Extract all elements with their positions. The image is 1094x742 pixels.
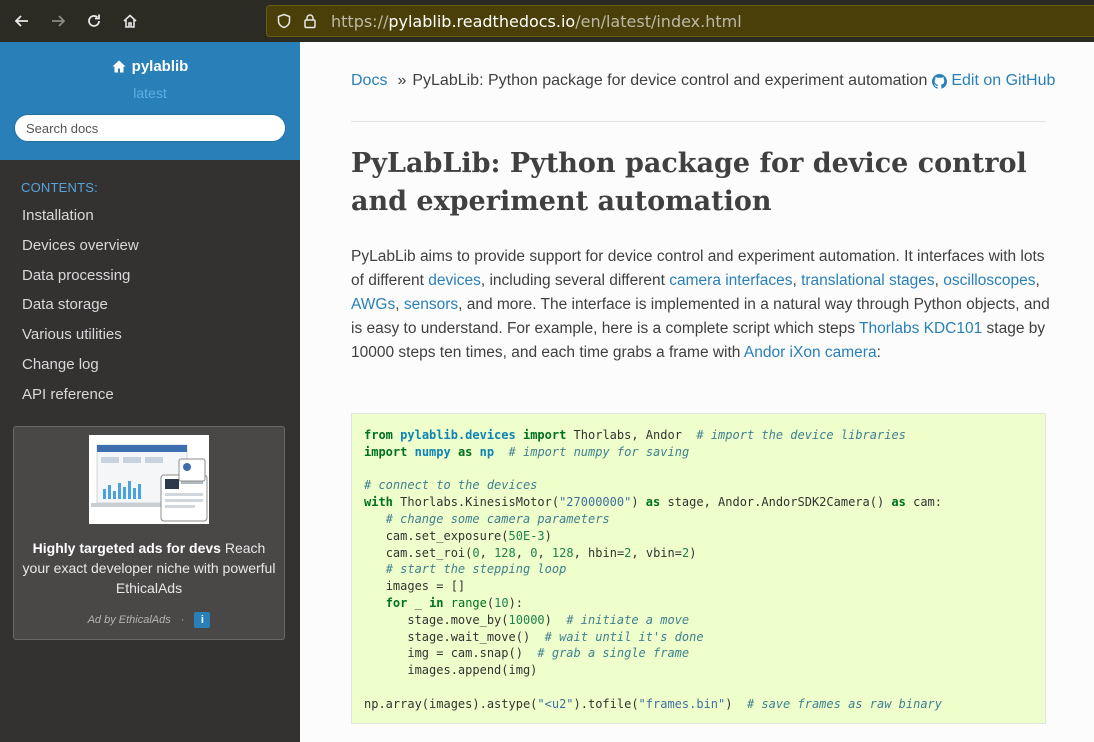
page-title: PyLabLib: Python package for device cont…: [351, 148, 1027, 217]
header-divider: [351, 121, 1046, 122]
project-name: pylablib: [131, 58, 189, 75]
dot-separator: ·: [180, 614, 185, 626]
arrow-right-icon: [52, 15, 66, 27]
toc-item-data-processing[interactable]: Data processing: [0, 261, 300, 291]
lock-icon: [299, 13, 321, 29]
ad-image[interactable]: [89, 435, 209, 524]
toc-item-api-reference[interactable]: API reference: [0, 380, 300, 410]
breadcrumb: Docs » PyLabLib: Python package for devi…: [351, 72, 1055, 90]
home-button[interactable]: [112, 0, 148, 42]
reload-icon: [88, 14, 100, 27]
search-input[interactable]: [14, 114, 286, 142]
breadcrumb-current: PyLabLib: Python package for device cont…: [412, 72, 928, 89]
url-text: https://pylablib.readthedocs.io/en/lates…: [331, 11, 742, 31]
sidebar-header: pylablib latest: [0, 42, 300, 160]
address-bar[interactable]: https://pylablib.readthedocs.io/en/lates…: [266, 5, 1094, 37]
link-thorlabs-kdc101[interactable]: Thorlabs KDC101: [859, 320, 982, 337]
arrow-left-icon: [14, 15, 28, 27]
ad-attribution: Ad by EthicalAds · i: [14, 612, 284, 628]
ad-text[interactable]: Highly targeted ads for devs Reach your …: [20, 538, 278, 598]
edit-on-github-link[interactable]: Edit on GitHub: [932, 72, 1055, 90]
project-home-link[interactable]: pylablib: [0, 42, 300, 75]
link-sensors[interactable]: sensors: [404, 296, 458, 313]
link-awgs[interactable]: AWGs: [351, 296, 395, 313]
breadcrumb-separator: »: [397, 72, 407, 89]
home-icon: [123, 14, 137, 28]
code-listing: from pylablib.devices import Thorlabs, A…: [364, 428, 943, 711]
ethical-ad[interactable]: Highly targeted ads for devs Reach your …: [13, 426, 285, 640]
forward-button[interactable]: [40, 0, 76, 42]
code-block[interactable]: from pylablib.devices import Thorlabs, A…: [351, 413, 1046, 724]
edit-on-github-label[interactable]: Edit on GitHub: [951, 72, 1055, 90]
ad-by-label[interactable]: Ad by EthicalAds: [88, 614, 171, 626]
toc-item-various-utilities[interactable]: Various utilities: [0, 320, 300, 350]
main-content: Docs » PyLabLib: Python package for devi…: [300, 42, 1094, 742]
sidebar: pylablib latest CONTENTS: Installation D…: [0, 42, 300, 742]
toc-item-devices-overview[interactable]: Devices overview: [0, 231, 300, 261]
back-button[interactable]: [4, 0, 40, 42]
shield-icon: [273, 13, 295, 29]
browser-toolbar: https://pylablib.readthedocs.io/en/lates…: [0, 0, 1094, 42]
toc-item-installation[interactable]: Installation: [0, 201, 300, 231]
link-devices[interactable]: devices: [428, 272, 481, 289]
link-camera-interfaces[interactable]: camera interfaces: [669, 272, 792, 289]
intro-paragraph: PyLabLib aims to provide support for dev…: [351, 248, 1050, 361]
github-icon: [932, 73, 948, 89]
version-label: latest: [133, 85, 167, 101]
info-icon[interactable]: i: [194, 612, 211, 628]
link-andor-ixon-camera[interactable]: Andor iXon camera: [744, 344, 877, 361]
link-translational-stages[interactable]: translational stages: [801, 272, 935, 289]
toc-item-change-log[interactable]: Change log: [0, 350, 300, 380]
link-oscilloscopes[interactable]: oscilloscopes: [943, 272, 1035, 289]
contents-caption: CONTENTS:: [21, 180, 98, 195]
breadcrumb-docs-link[interactable]: Docs: [351, 72, 387, 90]
reload-button[interactable]: [76, 0, 112, 42]
home-icon: [112, 60, 126, 73]
toc-item-data-storage[interactable]: Data storage: [0, 290, 300, 320]
toc-list: Installation Devices overview Data proce…: [0, 201, 300, 410]
